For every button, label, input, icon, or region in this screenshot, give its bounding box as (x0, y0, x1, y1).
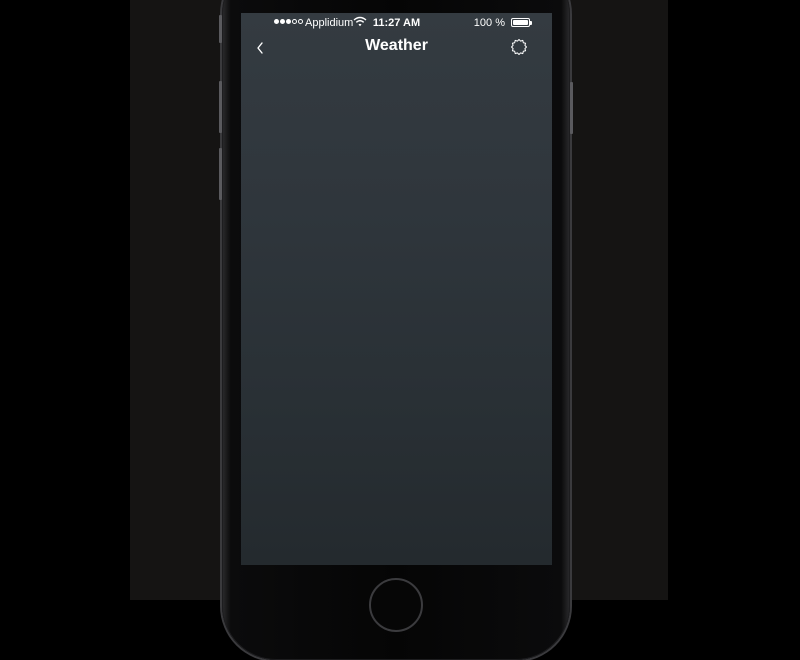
mute-switch (219, 15, 222, 43)
status-bar: Applidium 11:27 AM 100 % (241, 13, 552, 33)
navigation-bar: Weather (241, 33, 552, 61)
power-button (570, 82, 573, 134)
settings-button[interactable] (509, 37, 529, 57)
battery-percentage: 100 % (473, 17, 505, 29)
app-screen: Applidium 11:27 AM 100 % Weather (241, 13, 552, 565)
gear-icon (511, 39, 527, 55)
status-time: 11:27 AM (372, 17, 421, 29)
volume-down-button (219, 148, 222, 200)
volume-up-button (219, 81, 222, 133)
battery-icon (511, 18, 530, 27)
battery-level (513, 20, 528, 25)
page-title: Weather (365, 37, 428, 54)
home-button[interactable] (369, 578, 423, 632)
